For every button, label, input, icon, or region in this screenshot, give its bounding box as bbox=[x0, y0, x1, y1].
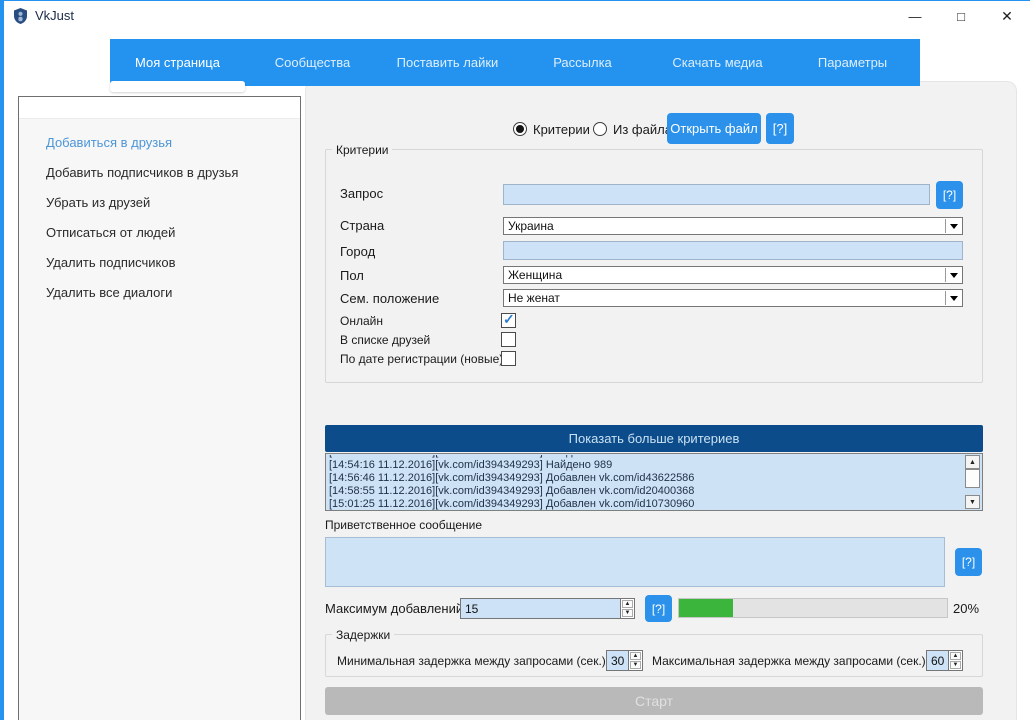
greeting-label: Приветственное сообщение bbox=[325, 518, 482, 532]
tab-download-media[interactable]: Скачать медиа bbox=[650, 39, 785, 86]
query-input[interactable] bbox=[503, 184, 930, 205]
close-button[interactable]: ✕ bbox=[984, 1, 1030, 31]
marital-label: Сем. положение bbox=[340, 291, 439, 306]
greeting-help-button[interactable]: [?] bbox=[955, 548, 982, 576]
from-file-radio-label[interactable]: Из файла bbox=[613, 122, 672, 137]
tab-put-likes[interactable]: Поставить лайки bbox=[380, 39, 515, 86]
query-help-button[interactable]: [?] bbox=[936, 181, 963, 209]
show-more-criteria-button[interactable]: Показать больше критериев bbox=[325, 425, 983, 452]
spin-down-icon[interactable]: ▼ bbox=[630, 661, 641, 669]
scrollbar-thumb[interactable] bbox=[965, 469, 980, 488]
online-label: Онлайн bbox=[340, 314, 383, 328]
tab-settings-label: Параметры bbox=[818, 55, 887, 70]
selected-tab-indicator bbox=[110, 81, 245, 92]
spin-down-icon[interactable]: ▼ bbox=[622, 609, 633, 617]
criteria-radio[interactable] bbox=[513, 122, 527, 136]
city-label: Город bbox=[340, 244, 375, 259]
sidebar: Добавиться в друзья Добавить подписчиков… bbox=[18, 96, 301, 720]
criteria-groupbox-title: Критерии bbox=[332, 143, 392, 157]
min-delay-spinner[interactable]: 30 ▲ ▼ bbox=[606, 650, 643, 671]
tab-download-media-label: Скачать медиа bbox=[672, 55, 762, 70]
max-delay-value: 60 bbox=[931, 654, 944, 668]
friends-list-checkbox[interactable] bbox=[501, 332, 516, 347]
tab-communities-label: Сообщества bbox=[275, 55, 351, 70]
sidebar-item-add-friends[interactable]: Добавиться в друзья bbox=[19, 128, 300, 158]
max-delay-spinner[interactable]: 60 ▲ ▼ bbox=[926, 650, 963, 671]
window-left-border bbox=[0, 1, 4, 720]
log-entry: [15:01:25 11.12.2016][vk.com/id394349293… bbox=[329, 498, 962, 511]
progress-fill bbox=[679, 599, 733, 617]
tab-bar: Моя страница Сообщества Поставить лайки … bbox=[110, 39, 920, 86]
city-input[interactable] bbox=[503, 241, 963, 260]
reg-date-checkbox[interactable] bbox=[501, 351, 516, 366]
scroll-down-icon[interactable]: ▼ bbox=[965, 495, 980, 509]
friends-list-label: В списке друзей bbox=[340, 333, 430, 347]
min-delay-value: 30 bbox=[611, 654, 624, 668]
sidebar-header-strip bbox=[19, 97, 300, 119]
spin-down-icon[interactable]: ▼ bbox=[950, 661, 961, 669]
gender-label: Пол bbox=[340, 268, 364, 283]
max-additions-help-button[interactable]: [?] bbox=[645, 595, 672, 622]
country-select[interactable]: Украина bbox=[503, 217, 963, 235]
tab-mailing[interactable]: Рассылка bbox=[515, 39, 650, 86]
gender-select[interactable]: Женщина bbox=[503, 266, 963, 284]
progress-bar bbox=[678, 598, 948, 618]
criteria-radio-label[interactable]: Критерии bbox=[533, 122, 590, 137]
sidebar-item-delete-all-dialogs[interactable]: Удалить все диалоги bbox=[19, 278, 300, 308]
gender-chevron-down-icon[interactable] bbox=[945, 268, 961, 282]
title-bar: VkJust — □ ✕ bbox=[4, 1, 1030, 31]
minimize-button[interactable]: — bbox=[892, 1, 938, 31]
tab-settings[interactable]: Параметры bbox=[785, 39, 920, 86]
log-listbox[interactable]: [14:54:16 11.12.2016][vk.com/id394349293… bbox=[325, 453, 983, 511]
min-delay-label: Минимальная задержка между запросами (се… bbox=[337, 654, 609, 668]
marital-chevron-down-icon[interactable] bbox=[945, 291, 961, 305]
log-rows: [14:54:16 11.12.2016][vk.com/id394349293… bbox=[329, 455, 962, 511]
spin-up-icon[interactable]: ▲ bbox=[630, 652, 641, 660]
greeting-textarea[interactable] bbox=[325, 537, 945, 587]
max-delay-label: Максимальная задержка между запросами (с… bbox=[652, 654, 929, 668]
window-title: VkJust bbox=[35, 8, 74, 23]
from-file-radio[interactable] bbox=[593, 122, 607, 136]
tab-my-page[interactable]: Моя страница bbox=[110, 39, 245, 86]
online-checkbox[interactable] bbox=[501, 313, 516, 328]
progress-label: 20% bbox=[953, 601, 979, 616]
marital-select[interactable]: Не женат bbox=[503, 289, 963, 307]
country-select-value: Украина bbox=[508, 219, 554, 233]
vkjust-window: VkJust — □ ✕ Моя страница Сообщества Пос… bbox=[0, 0, 1030, 720]
tab-mailing-label: Рассылка bbox=[553, 55, 612, 70]
delays-groupbox-title: Задержки bbox=[332, 628, 394, 642]
maximize-button[interactable]: □ bbox=[938, 1, 984, 31]
scroll-up-icon[interactable]: ▲ bbox=[965, 455, 980, 469]
sidebar-item-add-subscribers-to-friends[interactable]: Добавить подписчиков в друзья bbox=[19, 158, 300, 188]
window-controls: — □ ✕ bbox=[892, 1, 1030, 31]
max-additions-spinner[interactable]: 15 ▲ ▼ bbox=[460, 598, 635, 619]
open-file-button[interactable]: Открыть файл bbox=[667, 113, 761, 144]
tab-communities[interactable]: Сообщества bbox=[245, 39, 380, 86]
marital-select-value: Не женат bbox=[508, 291, 560, 305]
start-button[interactable]: Старт bbox=[325, 687, 983, 715]
gender-select-value: Женщина bbox=[508, 268, 562, 282]
log-scrollbar[interactable]: ▲ ▼ bbox=[964, 455, 981, 509]
log-entry: [14:56:46 11.12.2016][vk.com/id394349293… bbox=[329, 472, 962, 485]
log-entry: [14:54:16 11.12.2016][vk.com/id394349293… bbox=[329, 459, 962, 472]
country-chevron-down-icon[interactable] bbox=[945, 219, 961, 233]
sidebar-item-unsubscribe-people[interactable]: Отписаться от людей bbox=[19, 218, 300, 248]
query-label: Запрос bbox=[340, 186, 383, 201]
sidebar-item-remove-from-friends[interactable]: Убрать из друзей bbox=[19, 188, 300, 218]
tab-put-likes-label: Поставить лайки bbox=[397, 55, 499, 70]
log-entry: [14:58:55 11.12.2016][vk.com/id394349293… bbox=[329, 485, 962, 498]
spin-up-icon[interactable]: ▲ bbox=[950, 652, 961, 660]
mode-help-button[interactable]: [?] bbox=[766, 113, 794, 144]
reg-date-label: По дате регистрации (новые) bbox=[340, 352, 503, 366]
max-additions-value: 15 bbox=[465, 602, 478, 616]
tab-my-page-label: Моя страница bbox=[135, 55, 220, 70]
spin-up-icon[interactable]: ▲ bbox=[622, 600, 633, 608]
country-label: Страна bbox=[340, 218, 384, 233]
sidebar-item-delete-subscribers[interactable]: Удалить подписчиков bbox=[19, 248, 300, 278]
app-shield-icon bbox=[13, 8, 28, 24]
max-additions-label: Максимум добавлений: bbox=[325, 601, 467, 616]
